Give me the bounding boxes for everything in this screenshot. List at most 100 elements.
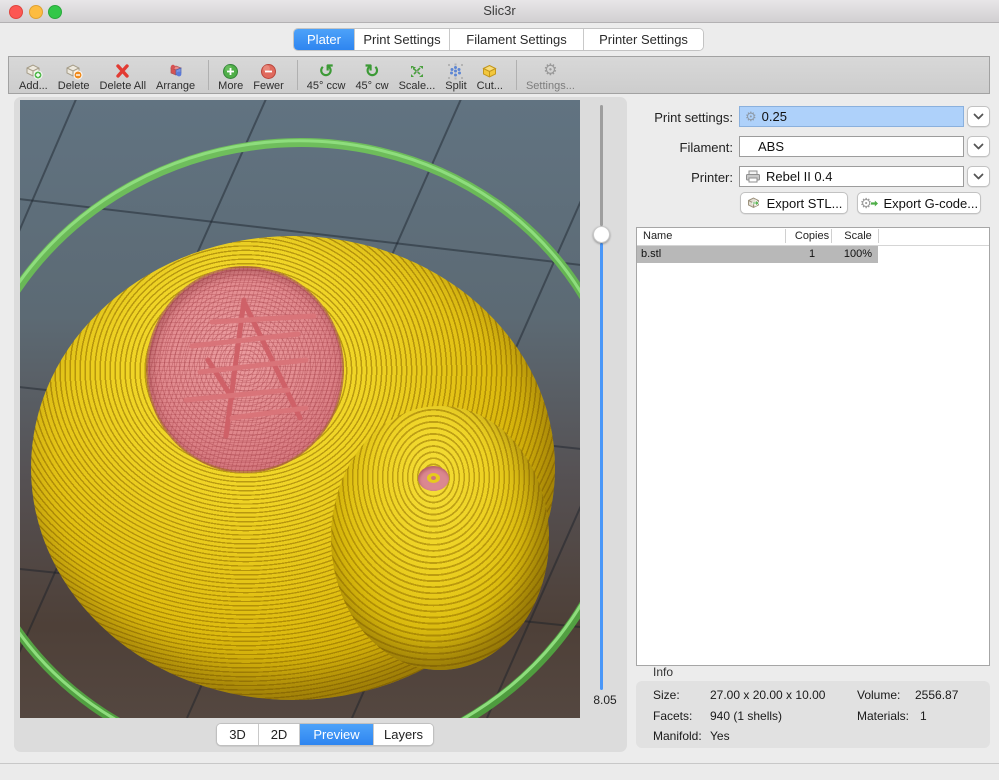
fewer-button[interactable]: Fewer bbox=[253, 58, 284, 92]
print-settings-combo[interactable]: ⚙ 0.25 bbox=[739, 106, 964, 127]
split-button[interactable]: Split bbox=[445, 58, 466, 92]
tab-printer-settings[interactable]: Printer Settings bbox=[584, 29, 703, 50]
add-label: Add... bbox=[19, 80, 48, 92]
arrange-button[interactable]: Arrange bbox=[156, 58, 195, 92]
view-3d-button[interactable]: 3D bbox=[217, 724, 259, 745]
delete-label: Delete bbox=[58, 80, 90, 92]
rotate-ccw-label: 45° ccw bbox=[307, 80, 346, 92]
layer-height-value: 8.05 bbox=[584, 693, 626, 707]
print-settings-value: 0.25 bbox=[762, 109, 787, 124]
layer-slider-track-lower[interactable] bbox=[600, 243, 603, 690]
printer-value: Rebel II 0.4 bbox=[766, 169, 833, 184]
object-scale: 100% bbox=[835, 248, 881, 260]
view-layers-button[interactable]: Layers bbox=[374, 724, 433, 745]
printer-combo[interactable]: Rebel II 0.4 bbox=[739, 166, 964, 187]
rotate-ccw-button[interactable]: ↺ 45° ccw bbox=[307, 58, 346, 92]
sparse-infill-lines bbox=[148, 268, 344, 473]
window-title: Slic3r bbox=[0, 3, 999, 18]
view-preview-button[interactable]: Preview bbox=[300, 724, 374, 745]
object-row-selected[interactable]: b.stl 1 100% bbox=[637, 246, 878, 263]
tab-plater[interactable]: Plater bbox=[294, 29, 355, 50]
printer-icon bbox=[745, 170, 761, 183]
gear-icon: ⚙ bbox=[543, 62, 557, 80]
split-dots-icon bbox=[447, 62, 464, 80]
small-dome-top-dot bbox=[431, 476, 436, 480]
object-list[interactable]: Name Copies Scale b.stl 1 100% bbox=[636, 227, 990, 666]
more-label: More bbox=[218, 80, 243, 92]
export-stl-label: Export STL... bbox=[767, 196, 843, 211]
settings-button[interactable]: ⚙ Settings... bbox=[526, 58, 575, 92]
view-mode-buttons: 3D 2D Preview Layers bbox=[216, 723, 434, 746]
delete-all-label: Delete All bbox=[100, 80, 146, 92]
layer-slider-track-upper[interactable] bbox=[600, 105, 603, 226]
main-tabs: Plater Print Settings Filament Settings … bbox=[293, 28, 704, 51]
tab-filament-settings[interactable]: Filament Settings bbox=[450, 29, 584, 50]
materials-value: 1 bbox=[920, 709, 927, 723]
rotate-cw-button[interactable]: ↻ 45° cw bbox=[355, 58, 388, 92]
scale-label: Scale... bbox=[399, 80, 436, 92]
export-gcode-button[interactable]: ⚙ Export G-code... bbox=[857, 192, 981, 214]
toolbar-separator bbox=[208, 60, 209, 90]
green-plus-icon bbox=[222, 62, 239, 80]
delete-all-button[interactable]: Delete All bbox=[100, 58, 146, 92]
more-button[interactable]: More bbox=[218, 58, 243, 92]
volume-value: 2556.87 bbox=[915, 688, 958, 702]
column-header-copies[interactable]: Copies bbox=[789, 230, 835, 242]
export-gcode-arrow-icon bbox=[870, 199, 879, 208]
toolbar-separator bbox=[297, 60, 298, 90]
arrange-label: Arrange bbox=[156, 80, 195, 92]
cut-box-icon bbox=[480, 62, 499, 80]
fewer-label: Fewer bbox=[253, 80, 284, 92]
object-copies: 1 bbox=[789, 248, 835, 260]
object-name: b.stl bbox=[641, 248, 661, 260]
large-dome-infill-top bbox=[146, 266, 344, 473]
toolbar-separator bbox=[516, 60, 517, 90]
print-settings-dropdown-button[interactable] bbox=[967, 106, 990, 127]
volume-label: Volume: bbox=[857, 688, 900, 702]
column-header-name[interactable]: Name bbox=[643, 230, 672, 242]
column-divider bbox=[831, 229, 832, 243]
arrange-cubes-icon bbox=[167, 62, 185, 80]
object-list-header: Name Copies Scale bbox=[637, 228, 989, 246]
manifold-value: Yes bbox=[710, 729, 730, 743]
rotate-cw-label: 45° cw bbox=[355, 80, 388, 92]
scale-arrows-icon bbox=[408, 62, 426, 80]
layer-slider-thumb[interactable] bbox=[593, 226, 610, 243]
add-button[interactable]: Add... bbox=[19, 58, 48, 92]
manifold-label: Manifold: bbox=[653, 729, 702, 743]
column-divider bbox=[785, 229, 786, 243]
chevron-down-icon bbox=[973, 143, 984, 151]
cut-label: Cut... bbox=[477, 80, 503, 92]
export-stl-button[interactable]: Export STL... bbox=[740, 192, 848, 214]
model-small-dome[interactable] bbox=[331, 406, 549, 670]
delete-box-icon bbox=[64, 62, 83, 80]
red-x-icon bbox=[114, 62, 131, 80]
export-gcode-label: Export G-code... bbox=[883, 196, 978, 211]
rotate-ccw-icon: ↺ bbox=[319, 62, 334, 80]
add-box-icon bbox=[24, 62, 43, 80]
printer-dropdown-button[interactable] bbox=[967, 166, 990, 187]
info-box: Size: 27.00 x 20.00 x 10.00 Volume: 2556… bbox=[636, 681, 990, 748]
print-settings-label: Print settings: bbox=[633, 110, 733, 125]
red-minus-icon bbox=[260, 62, 277, 80]
tab-print-settings[interactable]: Print Settings bbox=[355, 29, 450, 50]
view-2d-button[interactable]: 2D bbox=[259, 724, 300, 745]
filament-combo[interactable]: ABS bbox=[739, 136, 964, 157]
filament-value: ABS bbox=[758, 139, 784, 154]
filament-dropdown-button[interactable] bbox=[967, 136, 990, 157]
scale-button[interactable]: Scale... bbox=[399, 58, 436, 92]
chevron-down-icon bbox=[973, 173, 984, 181]
split-label: Split bbox=[445, 80, 466, 92]
cut-button[interactable]: Cut... bbox=[477, 58, 503, 92]
column-header-scale[interactable]: Scale bbox=[835, 230, 881, 242]
slic3r-window: Slic3r Plater Print Settings Filament Se… bbox=[0, 0, 999, 780]
delete-button[interactable]: Delete bbox=[58, 58, 90, 92]
filament-label: Filament: bbox=[633, 140, 733, 155]
print-settings-gear-icon: ⚙ bbox=[745, 109, 757, 125]
column-divider bbox=[878, 229, 879, 243]
preview-3d-viewport[interactable] bbox=[20, 100, 580, 718]
settings-label: Settings... bbox=[526, 80, 575, 92]
titlebar: Slic3r bbox=[0, 0, 999, 23]
size-value: 27.00 x 20.00 x 10.00 bbox=[710, 688, 825, 702]
export-stl-icon bbox=[746, 196, 763, 211]
